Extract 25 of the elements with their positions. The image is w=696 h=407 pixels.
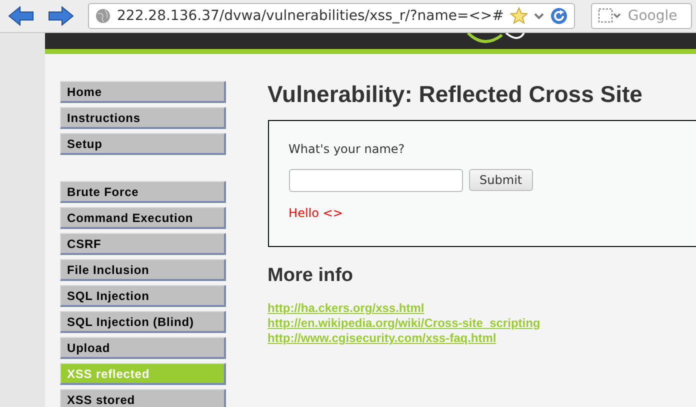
address-bar[interactable]: 222.28.136.37/dvwa/vulnerabilities/xss_r/?name=<># bbox=[88, 3, 575, 29]
back-arrow-icon bbox=[8, 6, 34, 26]
menu-item[interactable]: Home bbox=[60, 81, 226, 103]
globe-icon bbox=[95, 8, 111, 24]
menu-item[interactable]: File Inclusion bbox=[60, 259, 226, 281]
page-title: Vulnerability: Reflected Cross Site bbox=[268, 81, 644, 108]
menu-item[interactable]: Instructions bbox=[60, 107, 226, 129]
star-icon[interactable] bbox=[510, 7, 528, 25]
name-prompt: What's your name? bbox=[288, 142, 406, 156]
menu-item[interactable]: XSS stored bbox=[60, 389, 226, 407]
menu-item[interactable]: SQL Injection (Blind) bbox=[60, 311, 226, 333]
menu-item[interactable]: Setup bbox=[60, 133, 226, 155]
menu-item[interactable]: Command Execution bbox=[60, 207, 226, 229]
dropdown-icon[interactable] bbox=[534, 12, 544, 20]
forward-arrow-icon bbox=[48, 6, 74, 26]
submit-button[interactable]: Submit bbox=[468, 169, 534, 191]
output-text: Hello <> bbox=[288, 206, 344, 220]
menu-item[interactable]: SQL Injection bbox=[60, 285, 226, 307]
menu-item[interactable]: Brute Force bbox=[60, 181, 226, 203]
section-heading: More info bbox=[268, 265, 354, 287]
menu-item[interactable]: CSRF bbox=[60, 233, 226, 255]
name-input[interactable] bbox=[288, 169, 463, 192]
reload-icon[interactable] bbox=[550, 7, 568, 25]
menu-item[interactable]: Upload bbox=[60, 337, 226, 359]
url-text: 222.28.136.37/dvwa/vulnerabilities/xss_r/?name=<># bbox=[117, 8, 504, 24]
